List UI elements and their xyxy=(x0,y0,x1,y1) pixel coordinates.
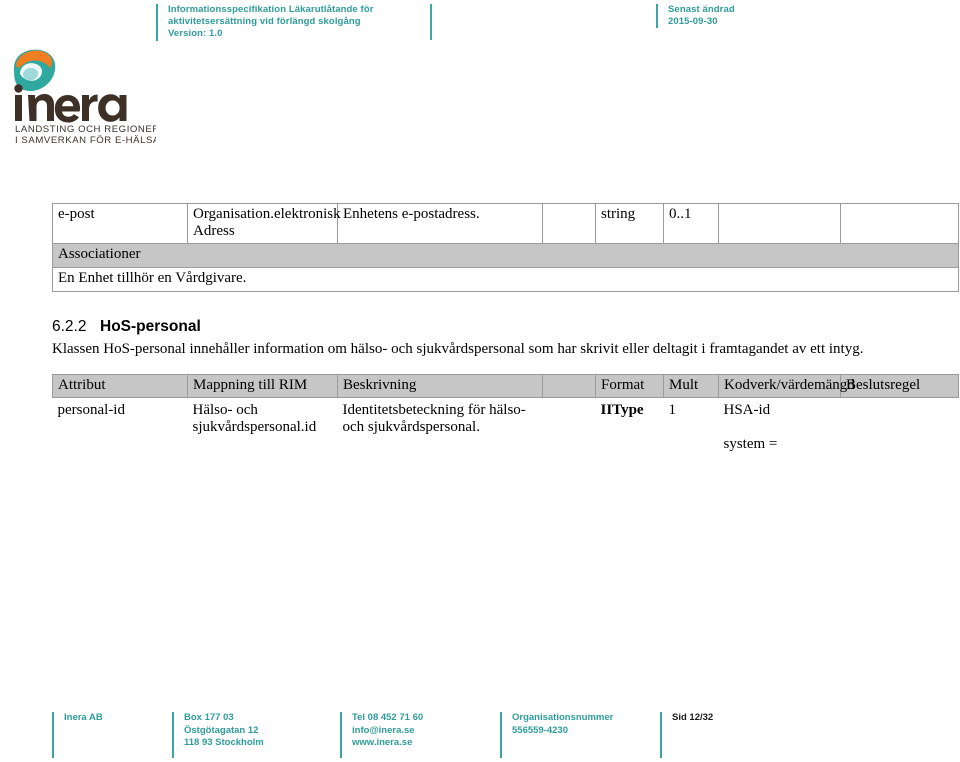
table-row: e-post Organisation.elektronisk Adress E… xyxy=(52,203,959,244)
footer-address: Box 177 03 Östgötagatan 12 118 93 Stockh… xyxy=(172,712,304,758)
header-attribut: Attribut xyxy=(52,374,188,398)
cell-associationer-label: Associationer xyxy=(52,243,959,268)
footer-address-line-3: 118 93 Stockholm xyxy=(184,737,264,748)
footer-website[interactable]: www.inera.se xyxy=(352,737,492,750)
footer-page-label: Sid 12/32 xyxy=(672,712,714,723)
table-enhet-attributes: e-post Organisation.elektronisk Adress E… xyxy=(52,203,959,292)
cell-attribut: personal-id xyxy=(57,402,125,418)
footer-address-line-1: Box 177 03 xyxy=(184,712,234,723)
section-heading: 6.2.2 HoS-personal xyxy=(52,318,952,336)
header-last-modified: Senast ändrad 2015-09-30 xyxy=(656,4,868,29)
footer-contact: Tel 08 452 71 60 info@inera.se www.inera… xyxy=(340,712,492,758)
header-beslutsregel: Beslutsregel xyxy=(840,374,959,398)
header-title-line-2: aktivitetsersättning vid förlängd skolgå… xyxy=(168,16,361,28)
table-header-row: Attribut Mappning till RIM Beskrivning F… xyxy=(52,374,959,398)
cell-format: string xyxy=(595,203,664,244)
table-row-association: En Enhet tillhör en Vårdgivare. xyxy=(52,267,959,292)
footer-page-number: Sid 12/32 xyxy=(660,712,792,758)
header-format: Format xyxy=(595,374,664,398)
footer-orgnr: Organisationsnummer 556559-4230 xyxy=(500,712,662,758)
cell-attribut: e-post xyxy=(52,203,188,244)
cell-kodverk: HSA-id system = xyxy=(719,398,841,457)
cell-kodverk-line-1: HSA-id xyxy=(723,402,771,418)
header-divider-rule xyxy=(430,4,442,40)
section-title: HoS-personal xyxy=(100,318,201,335)
header-title-line-1: Informationsspecifikation Läkarutlåtande… xyxy=(168,4,374,15)
footer-phone: Tel 08 452 71 60 xyxy=(352,712,424,723)
document-footer: Inera AB Box 177 03 Östgötagatan 12 118 … xyxy=(0,712,960,762)
document-header: Informationsspecifikation Läkarutlåtande… xyxy=(0,0,960,46)
cell-spacer xyxy=(542,203,596,244)
cell-beskrivning: Identitetsbeteckning för hälso- och sjuk… xyxy=(342,402,526,435)
cell-kodverk xyxy=(718,203,841,244)
cell-mult: 1 xyxy=(668,402,677,418)
cell-mappning: Hälso- och sjukvårdspersonal.id xyxy=(192,402,317,435)
footer-company: Inera AB xyxy=(52,712,174,758)
cell-mult: 0..1 xyxy=(663,203,719,244)
footer-orgnr-label: Organisationsnummer xyxy=(512,712,614,723)
table-hos-personal-attributes: Attribut Mappning till RIM Beskrivning F… xyxy=(52,374,959,456)
header-mappning-till-rim: Mappning till RIM xyxy=(187,374,338,398)
header-version: Version: 1.0 xyxy=(168,28,223,40)
cell-spacer xyxy=(543,398,596,457)
section-number: 6.2.2 xyxy=(52,318,87,335)
cell-beskrivning: Enhetens e-postadress. xyxy=(337,203,543,244)
footer-orgnr-value: 556559-4230 xyxy=(512,724,568,736)
table-row-associationer-header: Associationer xyxy=(52,243,959,268)
inera-logo: LANDSTING OCH REGIONER I SAMVERKAN FÖR E… xyxy=(6,48,156,148)
footer-email[interactable]: info@inera.se xyxy=(352,725,492,738)
footer-address-line-2: Östgötagatan 12 xyxy=(184,724,259,736)
cell-beslutsregel xyxy=(840,203,959,244)
header-document-title: Informationsspecifikation Läkarutlåtande… xyxy=(156,4,458,41)
cell-beslutsregel xyxy=(841,398,959,457)
section-intro-paragraph: Klassen HoS-personal innehåller informat… xyxy=(52,341,864,357)
table-row: personal-id Hälso- och sjukvårdspersonal… xyxy=(53,398,959,457)
cell-format: IIType xyxy=(600,402,644,418)
cell-association-text: En Enhet tillhör en Vårdgivare. xyxy=(52,267,959,292)
logo-tagline-line-2: I SAMVERKAN FÖR E-HÄLSA xyxy=(15,135,156,146)
header-last-modified-date: 2015-09-30 xyxy=(668,16,718,28)
header-last-modified-label: Senast ändrad xyxy=(668,4,735,15)
logo-tagline-line-1: LANDSTING OCH REGIONER xyxy=(15,124,156,135)
header-spacer xyxy=(542,374,596,398)
header-beskrivning: Beskrivning xyxy=(337,374,543,398)
header-kodverk-vardemangd: Kodverk/värdemängd xyxy=(718,374,855,398)
cell-kodverk-line-2: system = xyxy=(723,436,778,452)
footer-company-name: Inera AB xyxy=(64,712,103,723)
header-mult: Mult xyxy=(663,374,719,398)
cell-mappning: Organisation.elektronisk Adress xyxy=(187,203,341,244)
